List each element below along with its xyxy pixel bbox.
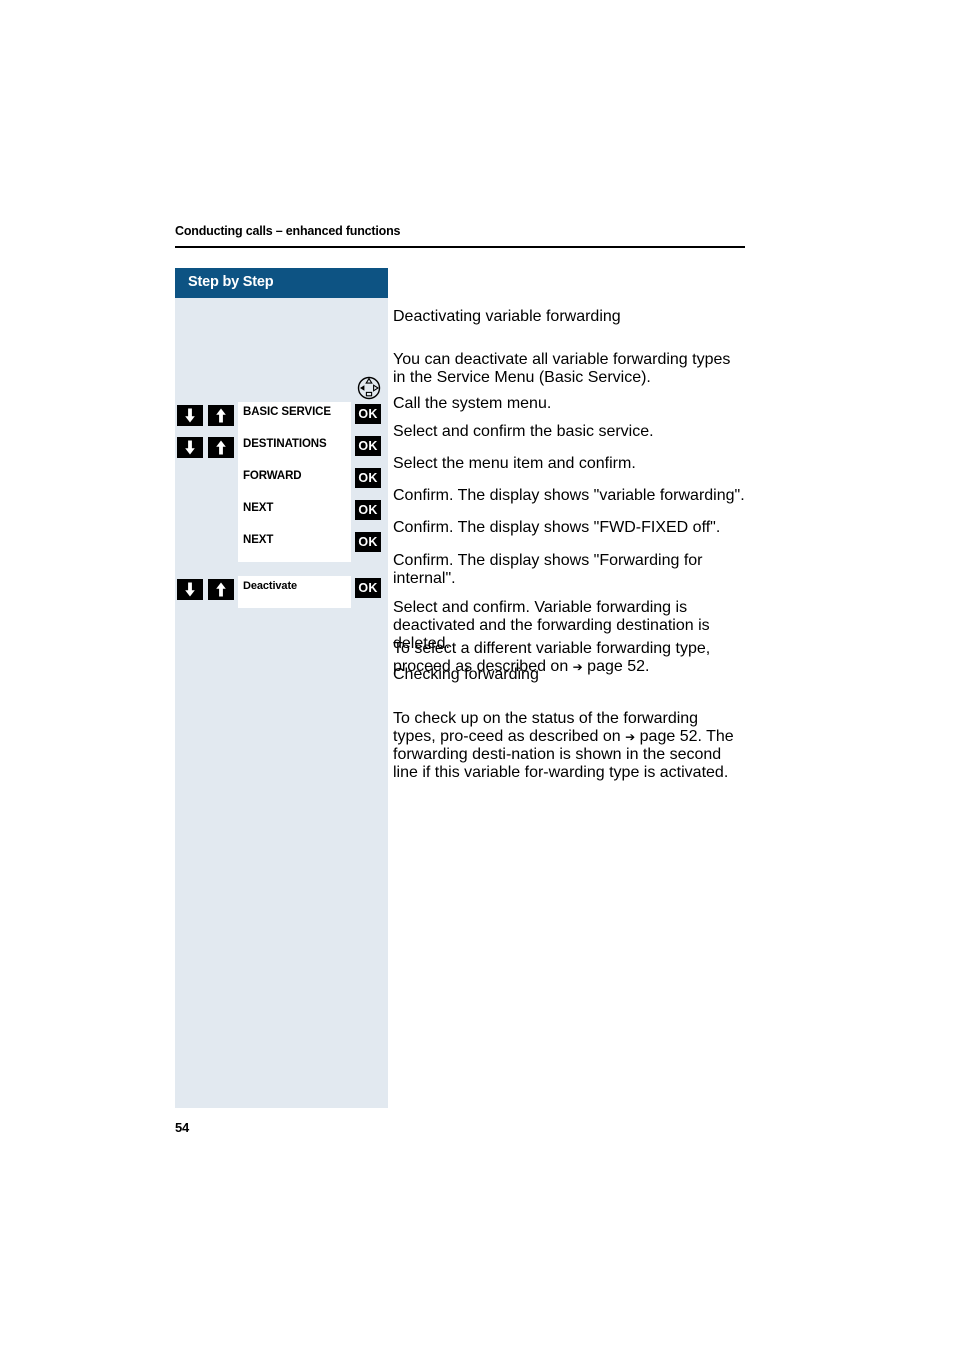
ok-button[interactable]: OK — [355, 500, 381, 520]
running-head: Conducting calls – enhanced functions — [175, 224, 401, 238]
step-by-step-banner-label: Step by Step — [188, 274, 274, 290]
ok-button[interactable]: OK — [355, 404, 381, 424]
paragraph-text: Confirm. The display shows "FWD-FIXED of… — [393, 519, 721, 536]
softkey-label: BASIC SERVICE — [243, 406, 331, 418]
step-row-deactivate: Deactivate OK — [175, 576, 388, 610]
heading-text: Checking forwarding — [393, 666, 539, 683]
ok-button[interactable]: OK — [355, 468, 381, 488]
page-header: Conducting calls – enhanced functions — [175, 224, 745, 248]
cross-reference-paragraph-2: To check up on the status of the forward… — [393, 694, 745, 798]
softkey-label: NEXT — [243, 502, 274, 514]
header-rule — [175, 246, 745, 248]
page-number: 54 — [175, 1120, 190, 1135]
step-row-destinations: DESTINATIONS OK — [175, 434, 388, 468]
step-by-step-banner: Step by Step — [175, 268, 388, 298]
step-row-call-system-menu — [175, 372, 388, 406]
softkey-label: DESTINATIONS — [243, 438, 327, 450]
section-heading-deactivating: Deactivating variable forwarding — [393, 308, 745, 326]
ok-button[interactable]: OK — [355, 578, 381, 598]
softkey-label: Deactivate — [243, 580, 298, 592]
ok-button[interactable]: OK — [355, 436, 381, 456]
arrow-down-icon[interactable] — [177, 579, 203, 600]
softkey-label-box[interactable]: BASIC SERVICE — [238, 402, 351, 434]
section-heading-checking: Checking forwarding — [393, 666, 745, 684]
step-row-forward: FORWARD OK — [175, 466, 388, 500]
step-row-next-2: NEXT OK — [175, 530, 388, 564]
step-row-basic-service: BASIC SERVICE OK — [175, 402, 388, 436]
arrow-down-icon[interactable] — [177, 405, 203, 426]
arrow-up-icon[interactable] — [208, 405, 234, 426]
softkey-label-box[interactable]: FORWARD — [238, 466, 351, 498]
softkey-label: NEXT — [243, 534, 274, 546]
softkey-label-box[interactable]: Deactivate — [238, 576, 351, 608]
heading-text: Deactivating variable forwarding — [393, 308, 621, 325]
ok-button[interactable]: OK — [355, 532, 381, 552]
softkey-label: FORWARD — [243, 470, 302, 482]
arrow-right-icon: ➔ — [625, 730, 636, 744]
arrow-up-icon[interactable] — [208, 437, 234, 458]
softkey-label-box[interactable]: DESTINATIONS — [238, 434, 351, 466]
softkey-label-box[interactable]: NEXT — [238, 498, 351, 530]
arrow-up-icon[interactable] — [208, 579, 234, 600]
softkey-label-box[interactable]: NEXT — [238, 530, 351, 562]
arrow-down-icon[interactable] — [177, 437, 203, 458]
step-row-next-1: NEXT OK — [175, 498, 388, 532]
navigator-key-icon[interactable] — [355, 374, 383, 402]
